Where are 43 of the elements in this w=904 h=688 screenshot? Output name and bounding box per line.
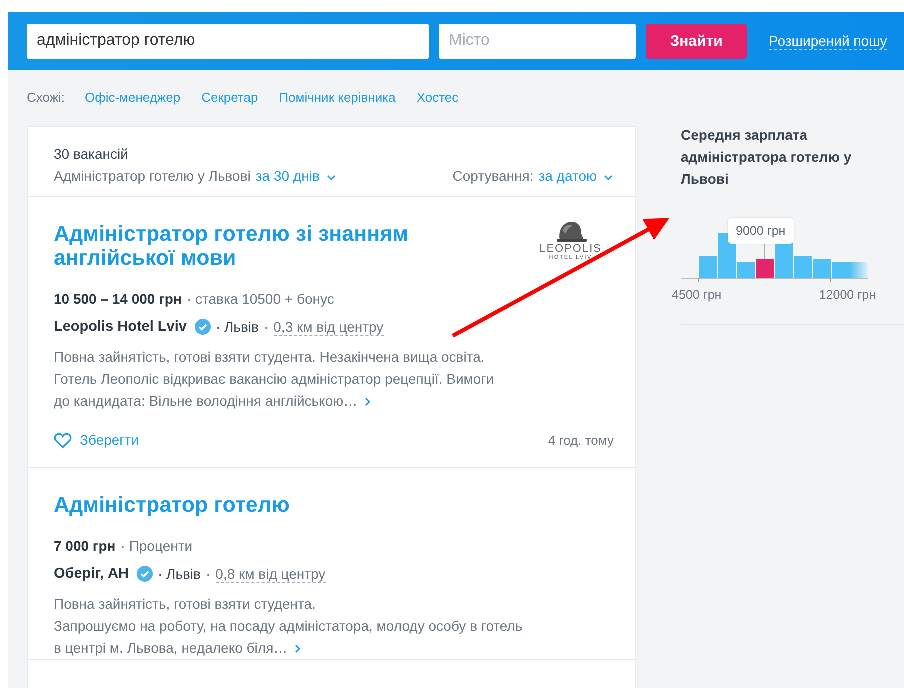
results-count: 30 вакансій	[54, 146, 130, 162]
save-link[interactable]: Зберегти	[54, 432, 140, 448]
city-field[interactable]: Місто	[439, 24, 636, 58]
salary-title: Середня зарплата адміністратора готелю у Львові	[681, 126, 853, 189]
sort-dropdown[interactable]: за датою	[538, 168, 614, 184]
similar-link[interactable]: Хостес	[416, 90, 459, 104]
separator-dot: ·	[206, 566, 211, 582]
sort-label: Сортування:	[452, 168, 534, 184]
similar-link[interactable]: Секретар	[202, 90, 258, 104]
posted-time: 4 год. тому	[548, 432, 614, 448]
chevron-right-icon	[364, 397, 372, 408]
logo-text: LEOPOLIS	[540, 243, 602, 255]
search-field[interactable]: адміністратор готелю	[27, 24, 429, 58]
job-title-link[interactable]: Адміністратор готелю зі знанням англійської мови	[54, 222, 454, 270]
job-description: Повна зайнятість, готові взяти студента. Запрошуємо на роботу, на посаду адміністатора, молоду особу в готель в центрі м. Львова, недалеко біля…	[54, 595, 524, 658]
similar-link[interactable]: Помічник керівника	[279, 90, 396, 104]
salary-note: · ставка 10500 + бонус	[186, 291, 334, 307]
company-name: Оберіг, АН	[54, 566, 129, 582]
salary-note: · Проценти	[120, 538, 193, 554]
advanced-search-link[interactable]: Розширений пошу	[769, 32, 888, 50]
results-summary: Адміністратор готелю у Львові	[54, 168, 251, 184]
company-name: Leopolis Hotel Lviv	[54, 319, 187, 335]
period-dropdown[interactable]: за 30 днів	[256, 168, 337, 184]
heart-icon	[54, 432, 72, 448]
distance-link[interactable]: 0,8 км від центру	[216, 566, 326, 582]
distance-link[interactable]: 0,3 км від центру	[274, 318, 384, 336]
search-button[interactable]: Знайти	[646, 24, 747, 58]
salary: 10 500 – 14 000 грн	[54, 291, 182, 307]
job-city: · Львів	[158, 566, 201, 582]
chevron-down-icon	[326, 172, 337, 182]
similar-link[interactable]: Офіс-менеджер	[85, 90, 181, 104]
job-title-link[interactable]: Адміністратор готелю	[54, 493, 454, 517]
job-city: · Львів	[216, 319, 259, 335]
save-label: Зберегти	[80, 432, 140, 448]
similar-label: Схожі:	[27, 90, 66, 104]
separator-dot: ·	[264, 319, 269, 335]
axis-label: 12000 грн	[819, 288, 876, 302]
job-description: Повна зайнятість, готові взяти студента. Незакінчена вища освіта. Готель Леополіс відкриває вакансію адміністратор рецепції. Вимоги до кандидата: Вільне володіння англійською…	[54, 348, 496, 411]
salary: 7 000 грн	[54, 538, 116, 554]
axis-label: 4500 грн	[672, 288, 722, 302]
chevron-down-icon	[603, 172, 614, 182]
salary-tooltip: 9000 грн	[728, 218, 794, 244]
chevron-right-icon	[294, 644, 302, 654]
